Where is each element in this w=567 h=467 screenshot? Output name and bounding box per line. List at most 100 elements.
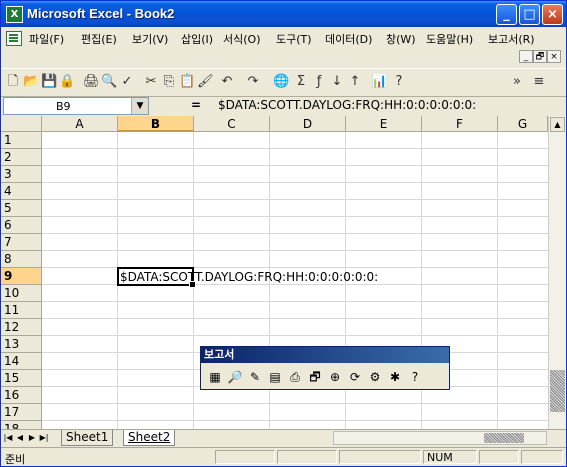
row-header[interactable]: 10 [1, 285, 42, 302]
copy-icon[interactable]: ⎘ [161, 74, 177, 90]
row-header[interactable]: 15 [1, 370, 42, 387]
chevron-down-icon[interactable]: ▼ [131, 98, 148, 114]
column-header[interactable]: E [346, 116, 422, 132]
sheet-tab-sheet1[interactable]: Sheet1 [61, 430, 114, 446]
print-icon[interactable]: 🖨 [83, 74, 100, 90]
document-icon[interactable] [6, 31, 22, 46]
name-box[interactable]: B9 ▼ [3, 97, 149, 115]
doc-minimize-button[interactable]: _ [519, 50, 533, 63]
report-refresh-icon[interactable]: ⟳ [347, 369, 363, 385]
row-header[interactable]: 14 [1, 353, 42, 370]
row-header[interactable]: 4 [1, 183, 42, 200]
open-icon[interactable]: 📂 [23, 74, 39, 90]
report-toolbar: 보고서 ▦ 🔎 ✎ ▤ ⎙ 🗗 ⊕ ⟳ ⚙ ✱ ? [200, 346, 450, 390]
row-header[interactable]: 6 [1, 217, 42, 234]
gridline [42, 403, 552, 404]
report-settings-icon[interactable]: ⚙ [367, 369, 383, 385]
column-header[interactable]: B [118, 116, 194, 132]
scroll-up-icon[interactable]: ▲ [550, 117, 565, 132]
minimize-button[interactable]: _ [496, 4, 517, 25]
sheet-tab-sheet2[interactable]: Sheet2 [123, 430, 176, 446]
function-icon[interactable]: ƒ [311, 74, 327, 90]
menu-report[interactable]: 보고서(R) [488, 31, 535, 47]
row-header[interactable]: 18 [1, 421, 42, 429]
excel-app-icon[interactable]: X [6, 6, 23, 23]
menu-bar: 파일(F) 편집(E) 보기(V) 삽입(I) 서식(O) 도구(T) 데이터(… [1, 28, 566, 48]
prev-sheet-icon[interactable]: ◀ [15, 432, 25, 444]
vertical-scrollbar[interactable]: ▲ [548, 116, 566, 429]
row-header[interactable]: 3 [1, 166, 42, 183]
report-tools-icon[interactable]: ✱ [387, 369, 403, 385]
column-header[interactable]: A [42, 116, 118, 132]
gridline [42, 165, 552, 166]
menu-tools[interactable]: 도구(T) [276, 31, 312, 47]
new-icon[interactable]: 🗋 [5, 74, 21, 90]
menu-view[interactable]: 보기(V) [132, 31, 168, 47]
next-sheet-icon[interactable]: ▶ [27, 432, 37, 444]
horizontal-scrollbar[interactable] [333, 431, 547, 445]
menu-help[interactable]: 도움말(H) [426, 31, 473, 47]
row-header[interactable]: 17 [1, 404, 42, 421]
permission-icon[interactable]: 🔒 [59, 74, 75, 90]
vertical-scroll-thumb[interactable] [550, 370, 565, 412]
menu-file[interactable]: 파일(F) [29, 31, 64, 47]
column-header[interactable]: C [194, 116, 270, 132]
sort-descending-icon[interactable]: ↑ [347, 74, 363, 90]
close-button[interactable]: × [542, 4, 563, 25]
sort-ascending-icon[interactable]: ↓ [329, 74, 345, 90]
maximize-button[interactable]: □ [519, 4, 540, 25]
report-edit-icon[interactable]: ✎ [247, 369, 263, 385]
report-find-icon[interactable]: 🔎 [227, 369, 243, 385]
select-all-corner[interactable] [1, 116, 42, 132]
report-zoom-icon[interactable]: ⊕ [327, 369, 343, 385]
report-window-icon[interactable]: 🗗 [307, 369, 323, 385]
menu-edit[interactable]: 편집(E) [81, 31, 117, 47]
toolbar-options-icon[interactable]: » [509, 74, 525, 90]
spelling-icon[interactable]: ✓ [119, 74, 135, 90]
report-toolbar-title[interactable]: 보고서 [201, 347, 449, 363]
autosum-icon[interactable]: Σ [293, 74, 309, 90]
report-chart-icon[interactable]: ▤ [267, 369, 283, 385]
paste-icon[interactable]: 📋 [179, 74, 195, 90]
formula-equals-sign[interactable]: = [191, 98, 201, 112]
chart-wizard-icon[interactable]: 📊 [371, 74, 387, 90]
first-sheet-icon[interactable]: |◀ [3, 432, 13, 444]
report-help-icon[interactable]: ? [407, 369, 423, 385]
row-header[interactable]: 11 [1, 302, 42, 319]
doc-close-button[interactable]: × [547, 50, 561, 63]
undo-icon[interactable]: ↶ [219, 74, 235, 90]
row-header[interactable]: 2 [1, 149, 42, 166]
horizontal-scroll-thumb[interactable] [484, 433, 524, 443]
sheet-tab-bar: |◀ ◀ ▶ ▶| Sheet1 Sheet2 [1, 429, 566, 447]
doc-restore-button[interactable]: 🗗 [533, 50, 547, 63]
formula-input[interactable]: $DATA:SCOTT.DAYLOG:FRQ:HH:0:0:0:0:0:0: [218, 98, 476, 112]
row-header[interactable]: 13 [1, 336, 42, 353]
menu-window[interactable]: 창(W) [386, 31, 416, 47]
report-new-icon[interactable]: ▦ [207, 369, 223, 385]
align-icon[interactable]: ≡ [531, 74, 547, 90]
format-painter-icon[interactable]: 🖌 [197, 74, 214, 90]
cut-icon[interactable]: ✂ [143, 74, 159, 90]
status-panel [215, 450, 275, 464]
last-sheet-icon[interactable]: ▶| [39, 432, 49, 444]
row-header[interactable]: 1 [1, 132, 42, 149]
help-icon[interactable]: ? [391, 74, 407, 90]
redo-icon[interactable]: ↷ [245, 74, 261, 90]
column-header[interactable]: G [498, 116, 548, 132]
column-header[interactable]: F [422, 116, 498, 132]
column-header[interactable]: D [270, 116, 346, 132]
menu-insert[interactable]: 삽입(I) [181, 31, 213, 47]
row-header[interactable]: 8 [1, 251, 42, 268]
report-print-icon[interactable]: ⎙ [287, 369, 303, 385]
row-header[interactable]: 12 [1, 319, 42, 336]
save-icon[interactable]: 💾 [41, 74, 57, 90]
row-header[interactable]: 16 [1, 387, 42, 404]
row-header[interactable]: 5 [1, 200, 42, 217]
status-bar: 준비 NUM [1, 447, 566, 466]
print-preview-icon[interactable]: 🔍 [101, 74, 117, 90]
row-header[interactable]: 9 [1, 268, 42, 285]
menu-data[interactable]: 데이터(D) [325, 31, 372, 47]
row-header[interactable]: 7 [1, 234, 42, 251]
menu-format[interactable]: 서식(O) [223, 31, 260, 47]
hyperlink-icon[interactable]: 🌐 [273, 74, 289, 90]
